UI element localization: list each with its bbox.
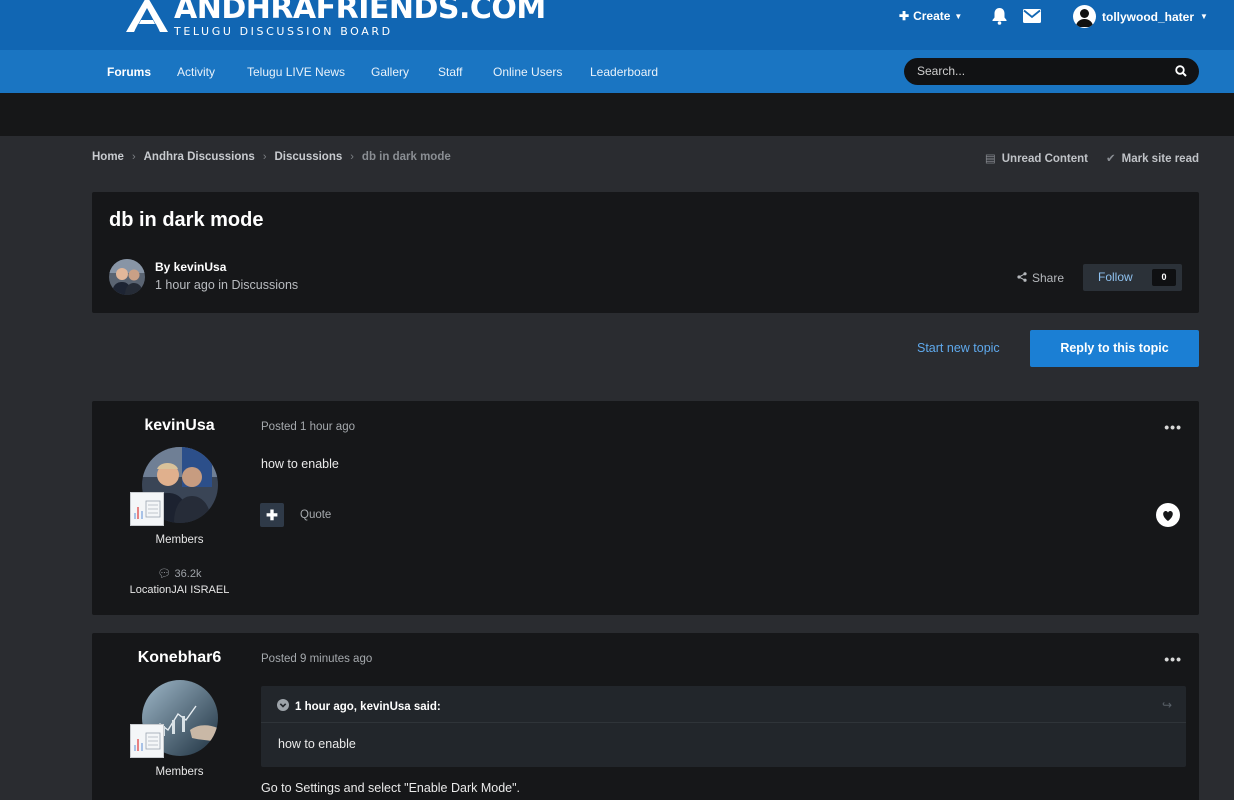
- post-author-group: Members: [155, 766, 204, 778]
- quote-header[interactable]: 1 hour ago, kevinUsa said:: [277, 699, 441, 714]
- reaction-heart-icon[interactable]: [1156, 503, 1180, 527]
- topic-author[interactable]: By kevinUsa: [155, 260, 226, 274]
- user-menu[interactable]: tollywood_hater ▼: [1073, 5, 1208, 28]
- breadcrumb: Home › Andhra Discussions › Discussions …: [92, 151, 451, 163]
- main-nav: Forums Activity Telugu LIVE News Gallery…: [0, 50, 1234, 93]
- start-new-topic-link[interactable]: Start new topic: [917, 341, 1000, 355]
- rank-badge: [130, 492, 164, 526]
- topic-time: 1 hour ago: [155, 278, 215, 292]
- chevron-right-icon: ›: [131, 151, 136, 163]
- quote-link[interactable]: Quote: [300, 509, 331, 521]
- breadcrumb-andhra-discussions[interactable]: Andhra Discussions: [144, 151, 255, 163]
- author-avatar[interactable]: [109, 259, 145, 295]
- topic-forum-link[interactable]: Discussions: [231, 278, 298, 292]
- nav-telugu-live-news[interactable]: Telugu LIVE News: [247, 65, 345, 79]
- post-timestamp[interactable]: Posted 9 minutes ago: [261, 653, 372, 665]
- create-button[interactable]: ✚ Create ▼: [899, 9, 962, 23]
- search-icon[interactable]: [1175, 65, 1187, 80]
- more-options-icon[interactable]: •••: [1164, 419, 1182, 435]
- divider: [261, 722, 1186, 723]
- follow-count-badge: 0: [1152, 269, 1176, 286]
- post-author-location: LocationJAI ISRAEL: [129, 584, 230, 596]
- unread-content-label: Unread Content: [1001, 153, 1088, 165]
- mark-site-read-link[interactable]: ✔ Mark site read: [1106, 151, 1199, 165]
- post-count-value: 36.2k: [174, 568, 202, 580]
- post-timestamp[interactable]: Posted 1 hour ago: [261, 421, 355, 433]
- secondary-nav-band: [0, 93, 1234, 136]
- post-author[interactable]: Konebhar6: [92, 649, 267, 667]
- multiquote-plus-button[interactable]: ✚: [260, 503, 284, 527]
- share-button[interactable]: Share: [1017, 271, 1064, 285]
- plus-icon: ✚: [899, 9, 910, 23]
- logo-title: ANDHRAFRIENDS.COM: [174, 0, 546, 26]
- user-avatar: [1073, 5, 1096, 28]
- follow-label: Follow: [1098, 270, 1133, 284]
- topic-header: db in dark mode By kevinUsa 1 hour ago i…: [92, 192, 1199, 313]
- page-actions: ▤ Unread Content ✔ Mark site read: [985, 151, 1199, 165]
- chevron-circle-icon: [277, 699, 289, 714]
- caret-down-icon: ▼: [954, 11, 963, 21]
- search-input[interactable]: [917, 64, 1157, 78]
- follow-button[interactable]: Follow 0: [1083, 264, 1182, 291]
- share-icon: [1017, 271, 1027, 285]
- site-logo[interactable]: ANDHRAFRIENDS.COM TELUGU DISCUSSION BOAR…: [124, 0, 546, 37]
- rank-badge: [130, 724, 164, 758]
- quote-body: how to enable: [278, 737, 356, 751]
- nav-gallery[interactable]: Gallery: [371, 65, 409, 79]
- envelope-icon[interactable]: [1023, 9, 1041, 26]
- caret-down-icon: ▼: [1200, 12, 1208, 21]
- nav-leaderboard[interactable]: Leaderboard: [590, 65, 658, 79]
- check-icon: ✔: [1106, 153, 1116, 165]
- search-bar: [904, 58, 1199, 85]
- breadcrumb-home[interactable]: Home: [92, 151, 124, 163]
- topic-in: in: [218, 278, 228, 292]
- post: kevinUsa Members 💬︎ 36.2k LocationJAI IS…: [92, 401, 1199, 615]
- comment-icon: 💬︎: [157, 568, 172, 580]
- post-author[interactable]: kevinUsa: [92, 417, 267, 435]
- post-body: how to enable: [261, 457, 339, 471]
- logo-subtitle: TELUGU DISCUSSION BOARD: [174, 25, 393, 38]
- topic-meta: 1 hour ago in Discussions: [155, 278, 298, 292]
- nav-forums[interactable]: Forums: [107, 65, 151, 79]
- mark-site-read-label: Mark site read: [1121, 153, 1199, 165]
- logo-mark-icon: [124, 0, 170, 34]
- post-count: 💬︎ 36.2k: [92, 567, 267, 580]
- post-body: Go to Settings and select "Enable Dark M…: [261, 781, 521, 795]
- quote-goto-icon[interactable]: ↪: [1162, 698, 1172, 712]
- username: tollywood_hater: [1102, 9, 1195, 24]
- post-author-group: Members: [155, 534, 204, 546]
- share-label: Share: [1032, 271, 1065, 285]
- more-options-icon[interactable]: •••: [1164, 651, 1182, 667]
- unread-content-link[interactable]: ▤ Unread Content: [985, 151, 1088, 165]
- breadcrumb-discussions[interactable]: Discussions: [275, 151, 343, 163]
- chevron-right-icon: ›: [262, 151, 267, 163]
- reply-to-topic-button[interactable]: Reply to this topic: [1030, 330, 1199, 367]
- create-label: Create: [913, 9, 951, 23]
- post: Konebhar6 Members Posted 9 minutes ago •…: [92, 633, 1199, 800]
- page-title: db in dark mode: [109, 209, 264, 231]
- nav-activity[interactable]: Activity: [177, 65, 215, 79]
- quote-block: 1 hour ago, kevinUsa said: ↪ how to enab…: [261, 686, 1186, 767]
- breadcrumb-current: db in dark mode: [361, 151, 451, 163]
- quote-citation: 1 hour ago, kevinUsa said:: [295, 700, 441, 713]
- nav-staff[interactable]: Staff: [438, 65, 462, 79]
- chevron-right-icon: ›: [350, 151, 354, 163]
- newspaper-icon: ▤: [984, 153, 996, 165]
- bell-icon[interactable]: [991, 7, 1008, 28]
- site-header: ANDHRAFRIENDS.COM TELUGU DISCUSSION BOAR…: [0, 0, 1234, 50]
- nav-online-users[interactable]: Online Users: [493, 65, 562, 79]
